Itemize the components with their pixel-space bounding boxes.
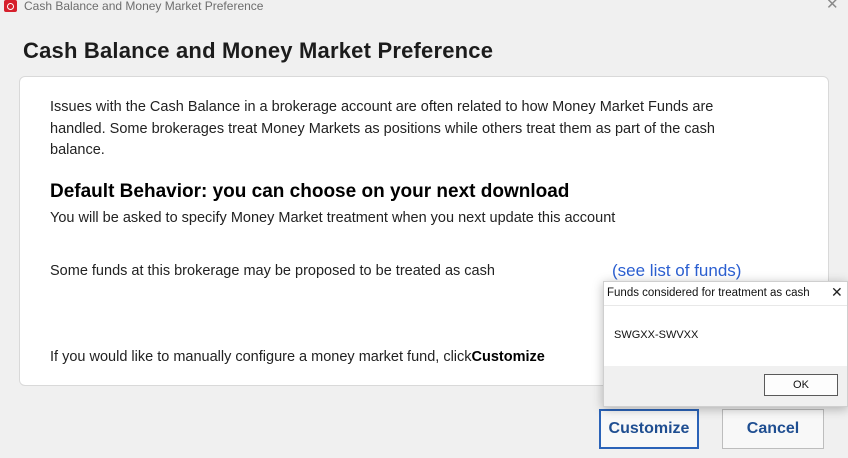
popup-title: Funds considered for treatment as cash	[607, 287, 810, 299]
manual-config-label: If you would like to manually configure …	[50, 349, 472, 365]
title-bar: Cash Balance and Money Market Preference…	[0, 0, 848, 14]
funds-popup: Funds considered for treatment as cash ✕…	[603, 281, 848, 407]
manual-config-text: If you would like to manually configure …	[50, 349, 545, 365]
window-title: Cash Balance and Money Market Preference	[24, 0, 264, 13]
intro-paragraph: Issues with the Cash Balance in a broker…	[50, 99, 715, 158]
funds-text: Some funds at this brokerage may be prop…	[50, 263, 495, 279]
popup-close-icon[interactable]: ✕	[831, 284, 843, 300]
default-behavior-text: You will be asked to specify Money Marke…	[50, 210, 616, 226]
ok-button[interactable]: OK	[764, 374, 838, 396]
popup-divider	[604, 305, 847, 306]
quicken-logo-icon	[4, 0, 17, 12]
see-list-of-funds-link[interactable]: (see list of funds)	[612, 261, 741, 281]
default-behavior-title: Default Behavior: you can choose on your…	[50, 181, 570, 202]
cancel-button[interactable]: Cancel	[722, 409, 824, 449]
close-icon[interactable]: ✕	[826, 0, 839, 13]
customize-button[interactable]: Customize	[599, 409, 699, 449]
popup-funds-list: SWGXX-SWVXX	[614, 329, 699, 341]
dialog-heading: Cash Balance and Money Market Preference	[23, 38, 494, 63]
manual-config-customize-label: Customize	[471, 349, 545, 365]
popup-footer: OK	[604, 366, 847, 406]
